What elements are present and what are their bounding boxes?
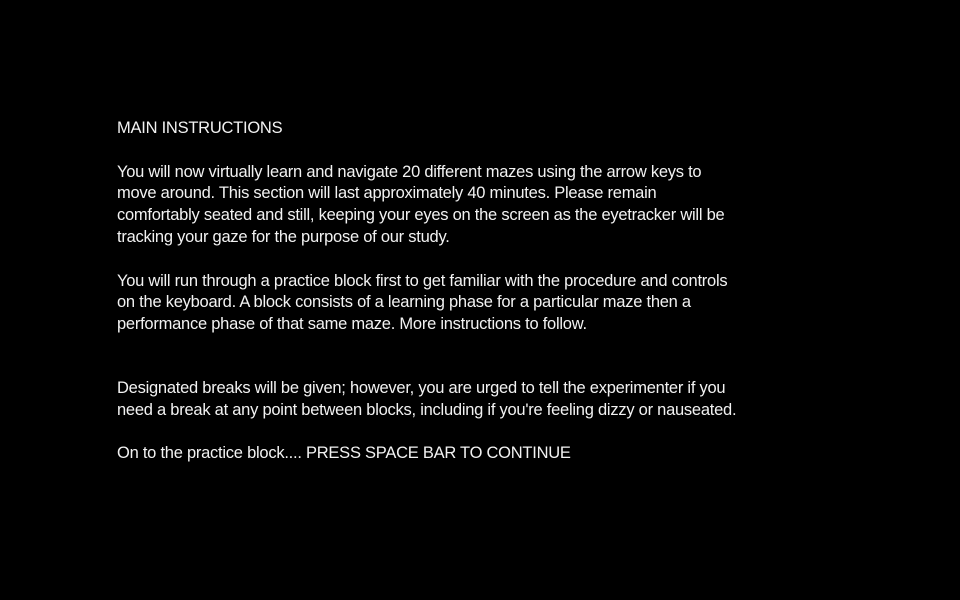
instructions-paragraph-breaks: Designated breaks will be given; however…	[117, 378, 737, 419]
instructions-paragraph-practice-block: You will run through a practice block fi…	[117, 271, 728, 334]
instructions-heading: MAIN INSTRUCTIONS	[117, 119, 283, 137]
instruction-screen: MAIN INSTRUCTIONS You will now virtually…	[0, 0, 960, 600]
instructions-paragraph-mazes: You will now virtually learn and navigat…	[117, 162, 725, 246]
instructions-panel: MAIN INSTRUCTIONS You will now virtually…	[117, 118, 837, 465]
continue-prompt: On to the practice block.... PRESS SPACE…	[117, 444, 571, 463]
